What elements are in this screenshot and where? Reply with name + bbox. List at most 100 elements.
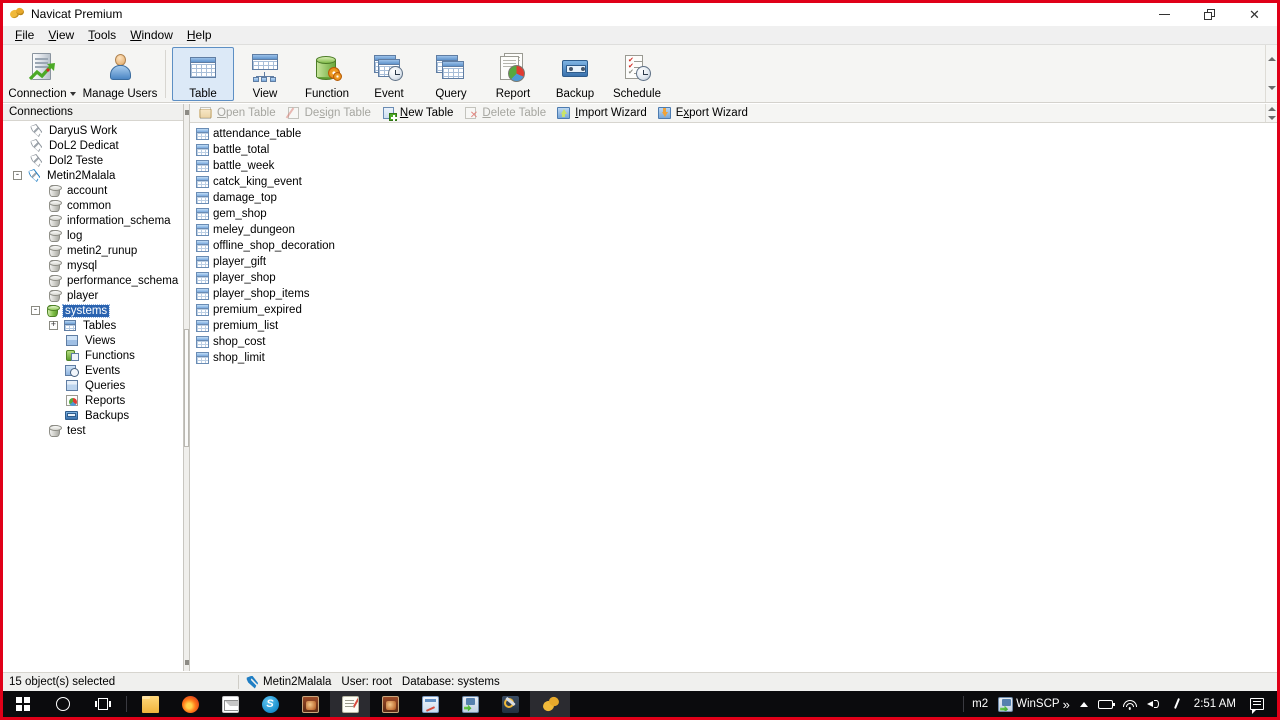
toolbar-button-view[interactable]: View bbox=[234, 47, 296, 101]
tree-node-views[interactable]: Views bbox=[3, 333, 183, 348]
tray-network[interactable] bbox=[1118, 691, 1142, 717]
task-view-button[interactable] bbox=[83, 691, 123, 717]
list-item[interactable]: battle_week bbox=[196, 158, 1277, 174]
taskbar-skype[interactable]: S bbox=[250, 691, 290, 717]
taskbar-game-client-2[interactable] bbox=[370, 691, 410, 717]
toolbar-button-report[interactable]: Report bbox=[482, 47, 544, 101]
object-scroll-up-icon[interactable] bbox=[1267, 106, 1276, 111]
menu-view[interactable]: View bbox=[41, 26, 81, 44]
firefox-icon bbox=[181, 695, 199, 713]
tray-winscp[interactable]: WinSCP » bbox=[993, 691, 1075, 717]
tree-node-events[interactable]: Events bbox=[3, 363, 183, 378]
export-wizard-button[interactable]: Export Wizard bbox=[654, 104, 755, 122]
connection-label: Connection bbox=[8, 88, 67, 100]
tree-node-metin2-runup[interactable]: metin2_runup bbox=[3, 243, 183, 258]
tree-node-common[interactable]: common bbox=[3, 198, 183, 213]
close-button[interactable]: ✕ bbox=[1232, 3, 1277, 26]
toolbar-button-query[interactable]: Query bbox=[420, 47, 482, 101]
tray-clock[interactable]: 2:51 AM bbox=[1189, 691, 1241, 717]
taskbar-game-client-1[interactable] bbox=[290, 691, 330, 717]
list-item[interactable]: shop_limit bbox=[196, 350, 1277, 366]
tree-node-metin2malala[interactable]: - Metin2Malala bbox=[3, 168, 183, 183]
list-item[interactable]: meley_dungeon bbox=[196, 222, 1277, 238]
menu-help[interactable]: Help bbox=[180, 26, 219, 44]
list-item[interactable]: shop_cost bbox=[196, 334, 1277, 350]
tray-show-hidden-button[interactable] bbox=[1075, 691, 1093, 717]
toolbar-button-function[interactable]: Function bbox=[296, 47, 358, 101]
new-table-button[interactable]: New Table bbox=[378, 104, 461, 122]
restore-button[interactable] bbox=[1187, 3, 1232, 26]
list-item[interactable]: premium_list bbox=[196, 318, 1277, 334]
tray-overflow-label: » bbox=[1062, 696, 1070, 712]
menu-tools[interactable]: Tools bbox=[81, 26, 123, 44]
start-button[interactable] bbox=[3, 691, 43, 717]
list-item[interactable]: damage_top bbox=[196, 190, 1277, 206]
tree-node-test[interactable]: test bbox=[3, 423, 183, 438]
open-table-button[interactable]: Open Table bbox=[195, 104, 283, 122]
tree-node-dol2-teste[interactable]: Dol2 Teste bbox=[3, 153, 183, 168]
expand-toggle-icon[interactable]: + bbox=[49, 321, 58, 330]
toolbar-button-table[interactable]: Table bbox=[172, 47, 234, 101]
tree-node-queries[interactable]: Queries bbox=[3, 378, 183, 393]
tree-node-daryus-work[interactable]: DaryuS Work bbox=[3, 123, 183, 138]
connections-tree[interactable]: DaryuS Work DoL2 Dedicat Dol2 Teste - Metin2… bbox=[3, 121, 183, 671]
list-item[interactable]: catck_king_event bbox=[196, 174, 1277, 190]
taskbar-notepad[interactable] bbox=[330, 691, 370, 717]
tree-node-systems[interactable]: - systems bbox=[3, 303, 183, 318]
tray-m2[interactable]: m2 bbox=[967, 691, 993, 717]
minimize-button[interactable] bbox=[1142, 3, 1187, 26]
object-scroll-down-icon[interactable] bbox=[1267, 115, 1276, 120]
menu-window[interactable]: Window bbox=[123, 26, 180, 44]
taskbar-firefox[interactable] bbox=[170, 691, 210, 717]
import-wizard-button[interactable]: Import Wizard bbox=[553, 104, 654, 122]
toolbar-button-backup[interactable]: Backup bbox=[544, 47, 606, 101]
chevron-down-icon[interactable] bbox=[69, 91, 76, 96]
list-item[interactable]: player_shop_items bbox=[196, 286, 1277, 302]
tree-node-information-schema[interactable]: information_schema bbox=[3, 213, 183, 228]
list-item[interactable]: player_gift bbox=[196, 254, 1277, 270]
connection-button[interactable]: Connection bbox=[3, 47, 81, 101]
tree-node-player[interactable]: player bbox=[3, 288, 183, 303]
object-toolbar-scroll-arrows[interactable] bbox=[1265, 104, 1277, 122]
taskbar-file-explorer[interactable] bbox=[130, 691, 170, 717]
collapse-toggle-icon[interactable]: - bbox=[31, 306, 40, 315]
design-table-button[interactable]: Design Table bbox=[283, 104, 378, 122]
taskbar-editor[interactable] bbox=[410, 691, 450, 717]
taskbar-mail[interactable] bbox=[210, 691, 250, 717]
toolbar-button-event[interactable]: Event bbox=[358, 47, 420, 101]
object-list[interactable]: attendance_table battle_total battle_week c… bbox=[190, 123, 1277, 671]
tree-node-reports[interactable]: Reports bbox=[3, 393, 183, 408]
collapse-toggle-icon[interactable]: - bbox=[13, 171, 22, 180]
tree-node-mysql[interactable]: mysql bbox=[3, 258, 183, 273]
tray-volume[interactable] bbox=[1142, 691, 1166, 717]
list-item[interactable]: attendance_table bbox=[196, 126, 1277, 142]
tree-node-tables[interactable]: + Tables bbox=[3, 318, 183, 333]
tree-node-account[interactable]: account bbox=[3, 183, 183, 198]
toolbar-button-schedule[interactable]: ✔ ✔ ✔ Schedule bbox=[606, 47, 668, 101]
scroll-up-icon[interactable] bbox=[1267, 57, 1276, 62]
tree-node-functions[interactable]: Functions bbox=[3, 348, 183, 363]
action-center-button[interactable] bbox=[1241, 691, 1273, 717]
tray-pen[interactable] bbox=[1166, 691, 1189, 717]
menu-file[interactable]: File bbox=[8, 26, 41, 44]
taskbar-navicat[interactable] bbox=[530, 691, 570, 717]
tray-battery[interactable] bbox=[1093, 691, 1118, 717]
cortana-button[interactable] bbox=[43, 691, 83, 717]
toolbar-scroll-arrows[interactable] bbox=[1265, 45, 1277, 102]
list-item[interactable]: offline_shop_decoration bbox=[196, 238, 1277, 254]
list-item[interactable]: gem_shop bbox=[196, 206, 1277, 222]
tree-node-backups[interactable]: Backups bbox=[3, 408, 183, 423]
list-item[interactable]: premium_expired bbox=[196, 302, 1277, 318]
tree-node-log[interactable]: log bbox=[3, 228, 183, 243]
list-item[interactable]: battle_total bbox=[196, 142, 1277, 158]
tree-node-dol2-dedicat[interactable]: DoL2 Dedicat bbox=[3, 138, 183, 153]
manage-users-button[interactable]: Manage Users bbox=[81, 47, 159, 101]
delete-table-button[interactable]: ✕ Delete Table bbox=[460, 104, 553, 122]
report-icon bbox=[497, 52, 529, 84]
tree-node-performance-schema[interactable]: performance_schema bbox=[3, 273, 183, 288]
scroll-down-icon[interactable] bbox=[1267, 85, 1276, 90]
status-database: Database: systems bbox=[401, 676, 500, 688]
taskbar-winscp[interactable] bbox=[450, 691, 490, 717]
list-item[interactable]: player_shop bbox=[196, 270, 1277, 286]
taskbar-tool[interactable] bbox=[490, 691, 530, 717]
